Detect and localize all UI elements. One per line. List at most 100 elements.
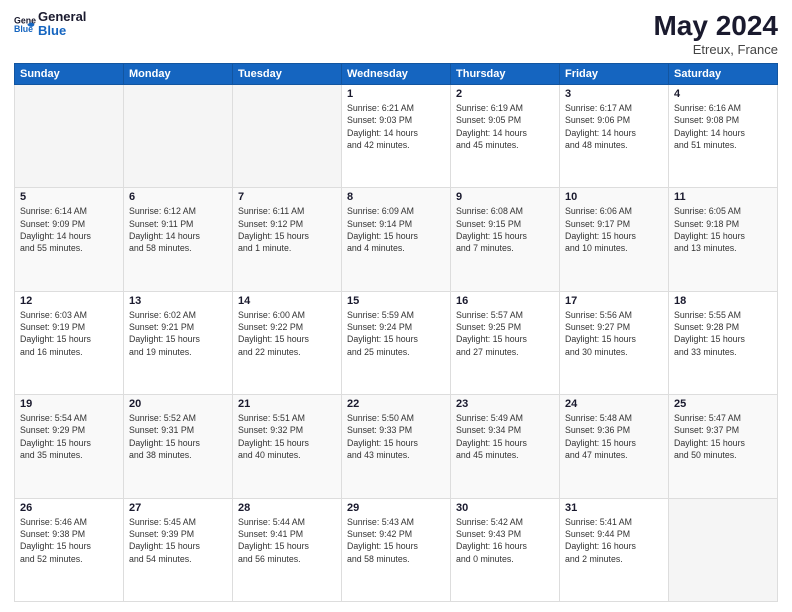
- day-info: Sunrise: 6:00 AM Sunset: 9:22 PM Dayligh…: [238, 309, 336, 358]
- calendar: Sunday Monday Tuesday Wednesday Thursday…: [14, 63, 778, 602]
- day-number: 1: [347, 88, 445, 100]
- calendar-week-row: 1 Sunrise: 6:21 AM Sunset: 9:03 PM Daylig…: [15, 85, 778, 188]
- logo-blue: Blue: [38, 24, 86, 38]
- col-sunday: Sunday: [15, 64, 124, 85]
- table-row: 1 Sunrise: 6:21 AM Sunset: 9:03 PM Daylig…: [342, 85, 451, 188]
- table-row: 5Sunrise: 6:14 AM Sunset: 9:09 PM Daylig…: [15, 188, 124, 291]
- day-number: 27: [129, 502, 227, 514]
- day-number: 29: [347, 502, 445, 514]
- table-row: 18 Sunrise: 5:55 AM Sunset: 9:28 PM Dayli…: [669, 291, 778, 394]
- day-number: 6: [129, 191, 227, 203]
- table-row: 19 Sunrise: 5:54 AM Sunset: 9:29 PM Dayli…: [15, 395, 124, 498]
- calendar-week-row: 5Sunrise: 6:14 AM Sunset: 9:09 PM Daylig…: [15, 188, 778, 291]
- day-number: 21: [238, 398, 336, 410]
- table-row: 20 Sunrise: 5:52 AM Sunset: 9:31 PM Dayli…: [124, 395, 233, 498]
- day-info: Sunrise: 6:05 AM Sunset: 9:18 PM Dayligh…: [674, 205, 772, 254]
- day-info: Sunrise: 6:21 AM Sunset: 9:03 PM Dayligh…: [347, 102, 445, 151]
- day-info: Sunrise: 5:41 AM Sunset: 9:44 PM Dayligh…: [565, 516, 663, 565]
- table-row: 16Sunrise: 5:57 AM Sunset: 9:25 PM Dayli…: [451, 291, 560, 394]
- day-info: Sunrise: 5:49 AM Sunset: 9:34 PM Dayligh…: [456, 412, 554, 461]
- table-row: 6 Sunrise: 6:12 AM Sunset: 9:11 PM Daylig…: [124, 188, 233, 291]
- day-info: Sunrise: 5:59 AM Sunset: 9:24 PM Dayligh…: [347, 309, 445, 358]
- table-row: 12 Sunrise: 6:03 AM Sunset: 9:19 PM Dayli…: [15, 291, 124, 394]
- table-row: 14 Sunrise: 6:00 AM Sunset: 9:22 PM Dayli…: [233, 291, 342, 394]
- table-row: 28 Sunrise: 5:44 AM Sunset: 9:41 PM Dayli…: [233, 498, 342, 601]
- table-row: 21 Sunrise: 5:51 AM Sunset: 9:32 PM Dayli…: [233, 395, 342, 498]
- table-row: 11 Sunrise: 6:05 AM Sunset: 9:18 PM Dayli…: [669, 188, 778, 291]
- table-row: 4 Sunrise: 6:16 AM Sunset: 9:08 PM Daylig…: [669, 85, 778, 188]
- day-number: 24: [565, 398, 663, 410]
- day-info: Sunrise: 6:08 AM Sunset: 9:15 PM Dayligh…: [456, 205, 554, 254]
- col-monday: Monday: [124, 64, 233, 85]
- title-block: May 2024 Etreux, France: [653, 10, 778, 57]
- day-info: Sunrise: 6:06 AM Sunset: 9:17 PM Dayligh…: [565, 205, 663, 254]
- calendar-week-row: 26 Sunrise: 5:46 AM Sunset: 9:38 PM Dayli…: [15, 498, 778, 601]
- day-number: 30: [456, 502, 554, 514]
- day-number: 10: [565, 191, 663, 203]
- page: General Blue General Blue May 2024 Etreu…: [0, 0, 792, 612]
- day-number: 3: [565, 88, 663, 100]
- day-info: Sunrise: 6:12 AM Sunset: 9:11 PM Dayligh…: [129, 205, 227, 254]
- day-info: Sunrise: 5:55 AM Sunset: 9:28 PM Dayligh…: [674, 309, 772, 358]
- day-number: 26: [20, 502, 118, 514]
- day-info: Sunrise: 6:16 AM Sunset: 9:08 PM Dayligh…: [674, 102, 772, 151]
- logo: General Blue General Blue: [14, 10, 86, 39]
- col-thursday: Thursday: [451, 64, 560, 85]
- table-row: 8 Sunrise: 6:09 AM Sunset: 9:14 PM Daylig…: [342, 188, 451, 291]
- logo-general: General: [38, 10, 86, 24]
- day-info: Sunrise: 5:56 AM Sunset: 9:27 PM Dayligh…: [565, 309, 663, 358]
- day-number: 23: [456, 398, 554, 410]
- table-row: [233, 85, 342, 188]
- calendar-week-row: 12 Sunrise: 6:03 AM Sunset: 9:19 PM Dayli…: [15, 291, 778, 394]
- table-row: 7Sunrise: 6:11 AM Sunset: 9:12 PM Daylig…: [233, 188, 342, 291]
- day-info: Sunrise: 5:44 AM Sunset: 9:41 PM Dayligh…: [238, 516, 336, 565]
- day-info: Sunrise: 6:09 AM Sunset: 9:14 PM Dayligh…: [347, 205, 445, 254]
- day-number: 31: [565, 502, 663, 514]
- table-row: 13Sunrise: 6:02 AM Sunset: 9:21 PM Dayli…: [124, 291, 233, 394]
- location: Etreux, France: [653, 42, 778, 57]
- table-row: 24 Sunrise: 5:48 AM Sunset: 9:36 PM Dayli…: [560, 395, 669, 498]
- day-number: 9: [456, 191, 554, 203]
- day-number: 20: [129, 398, 227, 410]
- table-row: 3Sunrise: 6:17 AM Sunset: 9:06 PM Daylig…: [560, 85, 669, 188]
- day-info: Sunrise: 5:45 AM Sunset: 9:39 PM Dayligh…: [129, 516, 227, 565]
- day-info: Sunrise: 6:02 AM Sunset: 9:21 PM Dayligh…: [129, 309, 227, 358]
- day-info: Sunrise: 5:46 AM Sunset: 9:38 PM Dayligh…: [20, 516, 118, 565]
- table-row: 17 Sunrise: 5:56 AM Sunset: 9:27 PM Dayli…: [560, 291, 669, 394]
- table-row: 2Sunrise: 6:19 AM Sunset: 9:05 PM Daylig…: [451, 85, 560, 188]
- day-number: 12: [20, 295, 118, 307]
- table-row: 29 Sunrise: 5:43 AM Sunset: 9:42 PM Dayli…: [342, 498, 451, 601]
- day-info: Sunrise: 5:51 AM Sunset: 9:32 PM Dayligh…: [238, 412, 336, 461]
- day-info: Sunrise: 5:43 AM Sunset: 9:42 PM Dayligh…: [347, 516, 445, 565]
- col-saturday: Saturday: [669, 64, 778, 85]
- day-number: 11: [674, 191, 772, 203]
- logo-icon: General Blue: [14, 13, 36, 35]
- day-number: 8: [347, 191, 445, 203]
- day-info: Sunrise: 5:52 AM Sunset: 9:31 PM Dayligh…: [129, 412, 227, 461]
- table-row: 30Sunrise: 5:42 AM Sunset: 9:43 PM Dayli…: [451, 498, 560, 601]
- day-number: 25: [674, 398, 772, 410]
- day-number: 15: [347, 295, 445, 307]
- table-row: 27 Sunrise: 5:45 AM Sunset: 9:39 PM Dayli…: [124, 498, 233, 601]
- day-number: 28: [238, 502, 336, 514]
- day-number: 17: [565, 295, 663, 307]
- table-row: 22 Sunrise: 5:50 AM Sunset: 9:33 PM Dayli…: [342, 395, 451, 498]
- day-number: 18: [674, 295, 772, 307]
- table-row: 25Sunrise: 5:47 AM Sunset: 9:37 PM Dayli…: [669, 395, 778, 498]
- day-info: Sunrise: 6:19 AM Sunset: 9:05 PM Dayligh…: [456, 102, 554, 151]
- day-number: 19: [20, 398, 118, 410]
- day-number: 14: [238, 295, 336, 307]
- svg-text:Blue: Blue: [14, 24, 33, 34]
- month-year: May 2024: [653, 10, 778, 42]
- table-row: 23 Sunrise: 5:49 AM Sunset: 9:34 PM Dayli…: [451, 395, 560, 498]
- day-info: Sunrise: 5:48 AM Sunset: 9:36 PM Dayligh…: [565, 412, 663, 461]
- table-row: 26 Sunrise: 5:46 AM Sunset: 9:38 PM Dayli…: [15, 498, 124, 601]
- col-wednesday: Wednesday: [342, 64, 451, 85]
- day-number: 7: [238, 191, 336, 203]
- day-info: Sunrise: 6:03 AM Sunset: 9:19 PM Dayligh…: [20, 309, 118, 358]
- day-number: 22: [347, 398, 445, 410]
- day-info: Sunrise: 5:54 AM Sunset: 9:29 PM Dayligh…: [20, 412, 118, 461]
- day-info: Sunrise: 5:50 AM Sunset: 9:33 PM Dayligh…: [347, 412, 445, 461]
- table-row: 10 Sunrise: 6:06 AM Sunset: 9:17 PM Dayli…: [560, 188, 669, 291]
- day-number: 4: [674, 88, 772, 100]
